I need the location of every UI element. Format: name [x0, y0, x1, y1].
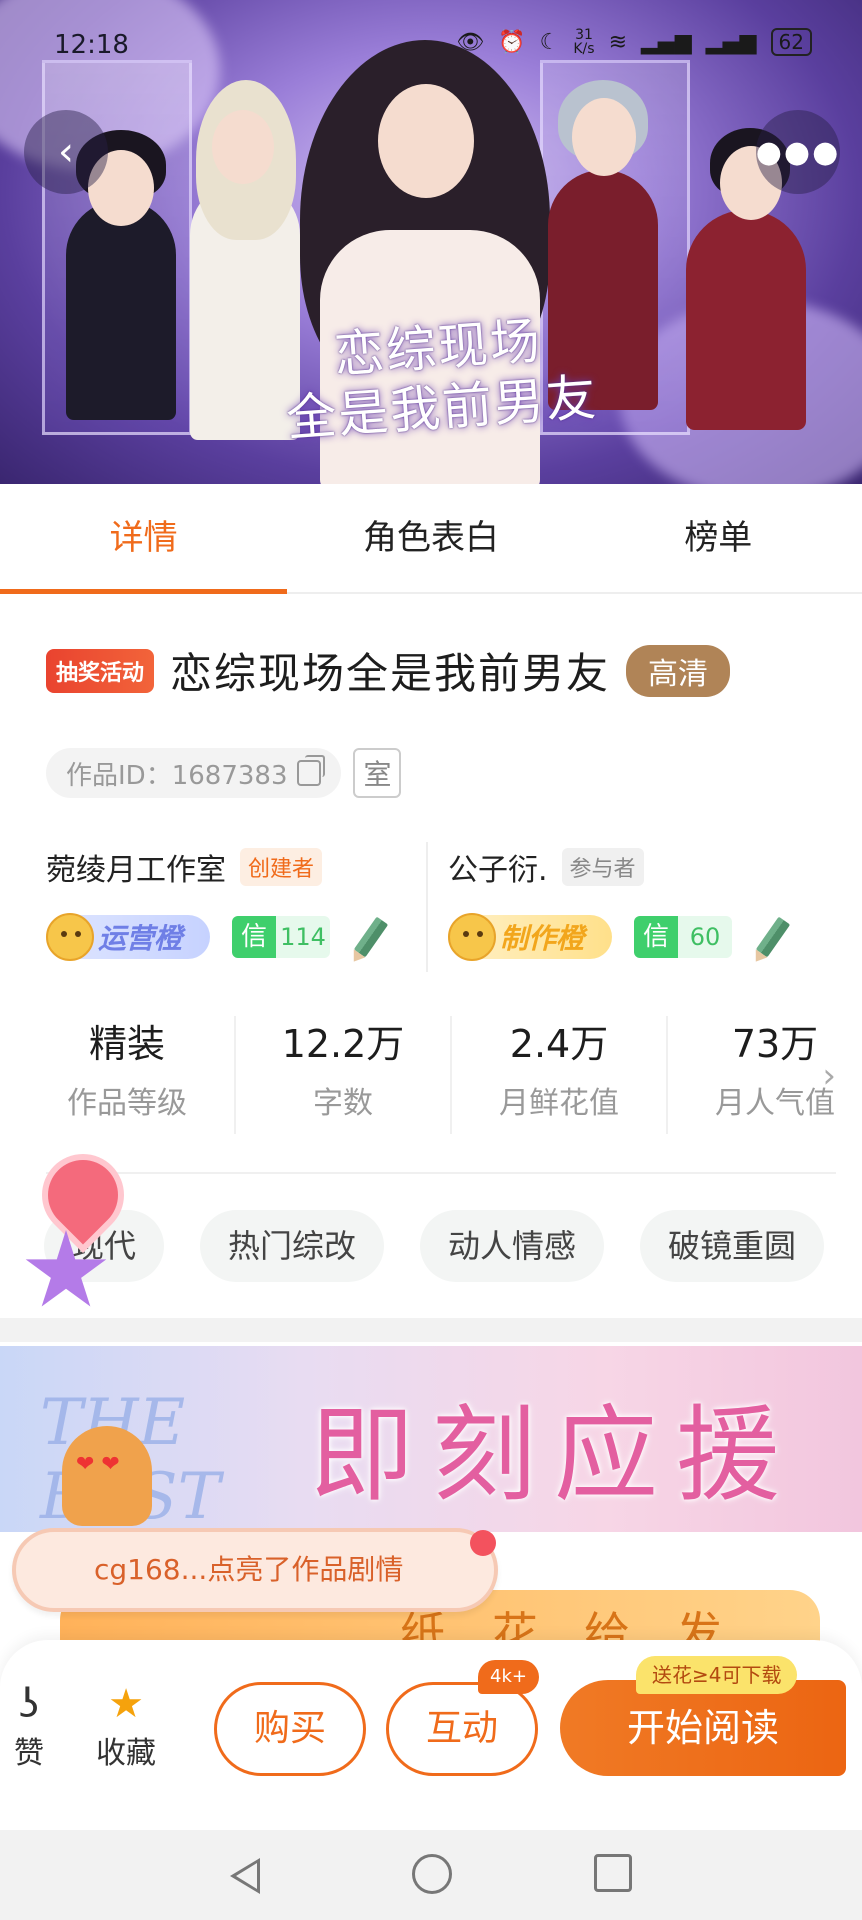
character-figure: [686, 210, 806, 430]
heart-icon: [470, 1530, 496, 1556]
bear-avatar-icon: [448, 913, 496, 961]
studio-badge[interactable]: 室: [353, 748, 402, 798]
creators-section: 菀绫月工作室 创建者 运营橙 信 114 公子衍. 参与者 制作橙 信 60: [46, 842, 836, 972]
interact-button[interactable]: 互动: [386, 1682, 538, 1776]
status-bar: 12:18 👁 ⏰ ☾ 31 K/s ≋ ▂▄▆ ▂▄▆ 62: [0, 26, 862, 66]
work-title: 恋综现场全是我前男友: [170, 649, 611, 698]
creator-name[interactable]: 菀绫月工作室: [46, 845, 226, 889]
character-face: [212, 110, 274, 184]
floating-sticker[interactable]: [24, 1145, 134, 1330]
character-face: [378, 84, 474, 198]
role-tag: 创建者: [240, 848, 323, 886]
net-speed: 31 K/s: [573, 27, 595, 57]
genre-tag[interactable]: 动人情感: [420, 1210, 605, 1282]
stats-row: 精装 作品等级 12.2万 字数 2.4万 月鲜花值 73万 月人气值: [20, 1016, 862, 1134]
bear-avatar-icon: [46, 913, 94, 961]
genre-tag[interactable]: 破镜重圆: [640, 1210, 825, 1282]
nav-home-icon[interactable]: [412, 1854, 452, 1894]
character-figure: [66, 200, 176, 420]
genre-tag[interactable]: 热门综改: [200, 1210, 385, 1282]
activity-tag[interactable]: 抽奖活动: [46, 648, 155, 693]
bottom-action-bar: ʖ 赞 ★ 收藏 购买 互动 4k+ 开始阅读 送花≥4可下载: [0, 1640, 862, 1830]
download-tip-badge: 送花≥4可下载: [636, 1656, 798, 1694]
signal-icon: ▂▄▆: [705, 29, 757, 55]
rank-badge: 运营橙: [46, 913, 210, 961]
more-dots-icon: ●●●: [755, 134, 841, 170]
favorite-button[interactable]: ★ 收藏: [96, 1680, 156, 1772]
like-button[interactable]: ʖ 赞: [14, 1680, 44, 1772]
pencil-icon: [353, 916, 389, 958]
eye-icon: 👁: [456, 29, 485, 55]
battery-icon: 62: [770, 28, 812, 56]
tab-ranking[interactable]: 榜单: [575, 484, 862, 592]
stat-item: 12.2万 字数: [236, 1016, 452, 1134]
heart-icon: [33, 1145, 133, 1245]
credit-badge: 信 60: [634, 916, 732, 958]
thumbs-up-icon: ʖ: [18, 1681, 40, 1727]
creator-card[interactable]: 菀绫月工作室 创建者 运营橙 信 114: [46, 842, 426, 972]
activity-toast: cg168...点亮了作品剧情: [12, 1528, 498, 1612]
nav-back-icon[interactable]: [230, 1858, 260, 1894]
wifi-icon: ≋: [608, 29, 628, 55]
rank-badge: 制作橙: [448, 913, 612, 961]
role-tag: 参与者: [561, 848, 644, 886]
support-banner[interactable]: THE BEST 即刻应援: [0, 1346, 862, 1532]
chevron-right-icon[interactable]: ›: [822, 1056, 836, 1096]
stat-item: 精装 作品等级: [20, 1016, 236, 1134]
work-title-row: 抽奖活动 恋综现场全是我前男友 高清: [46, 640, 836, 701]
interact-count-badge: 4k+: [478, 1660, 539, 1694]
stat-item: 2.4万 月鲜花值: [452, 1016, 668, 1134]
section-gap: [0, 1318, 862, 1342]
nav-recents-icon[interactable]: [594, 1854, 632, 1892]
creator-name[interactable]: 公子衍.: [448, 845, 548, 889]
copy-icon[interactable]: [297, 755, 326, 786]
pencil-icon: [755, 916, 791, 958]
banner-text: 即刻应援: [310, 1394, 799, 1516]
tab-details[interactable]: 详情: [0, 484, 288, 594]
divider: [46, 1172, 836, 1174]
moon-icon: ☾: [539, 29, 560, 55]
back-button[interactable]: ‹: [24, 110, 108, 194]
quality-tag: 高清: [626, 644, 731, 697]
work-id-pill[interactable]: 作品ID：1687383: [46, 748, 342, 798]
more-button[interactable]: ●●●: [756, 110, 840, 194]
star-icon: ★: [108, 1681, 144, 1727]
alarm-icon: ⏰: [498, 29, 526, 55]
chevron-left-icon: ‹: [58, 129, 74, 175]
status-time: 12:18: [54, 30, 129, 60]
star-icon: [25, 1230, 107, 1307]
system-nav-bar: [0, 1830, 862, 1920]
work-id-row: 作品ID：1687383 室: [46, 748, 402, 798]
dog-mascot-icon: [62, 1426, 152, 1526]
buy-button[interactable]: 购买: [214, 1682, 366, 1776]
character-face: [572, 98, 636, 176]
tab-bar: 详情 角色表白 榜单: [0, 484, 862, 594]
cover-banner: 恋综现场 全是我前男友: [0, 0, 862, 484]
signal-icon: ▂▄▆: [641, 29, 692, 55]
work-id: 作品ID：1687383: [66, 760, 288, 791]
start-reading-button[interactable]: 开始阅读: [560, 1680, 846, 1776]
credit-badge: 信 114: [232, 916, 330, 958]
tab-character-confession[interactable]: 角色表白: [287, 484, 574, 592]
genre-tags: 现代 热门综改 动人情感 破镜重圆: [44, 1210, 825, 1282]
creator-card[interactable]: 公子衍. 参与者 制作橙 信 60: [426, 842, 806, 972]
